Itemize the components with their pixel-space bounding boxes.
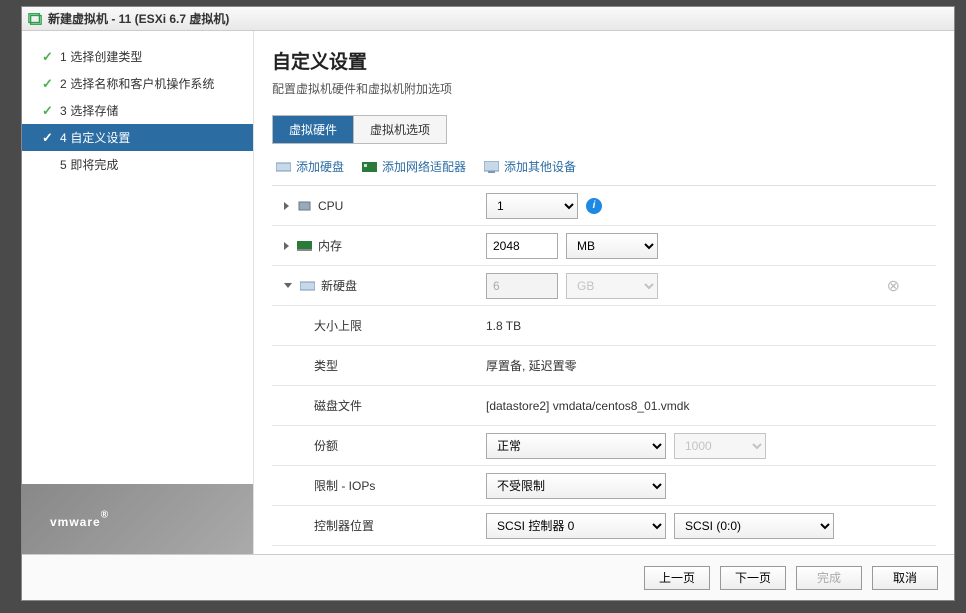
disk-icon — [276, 159, 291, 174]
settings-tabs: 虚拟硬件 虚拟机选项 — [272, 115, 447, 144]
disk-size-input[interactable] — [486, 273, 558, 299]
new-vm-dialog: 新建虚拟机 - 11 (ESXi 6.7 虚拟机) 1 选择创建类型 2 选择名… — [21, 6, 955, 601]
disk-shares-num-select[interactable]: 1000 — [674, 433, 766, 459]
memory-row: 内存 MB — [272, 226, 936, 266]
vm-icon — [28, 12, 42, 26]
disk-controller-pos-select[interactable]: SCSI (0:0) — [674, 513, 834, 539]
disk-controller-row: 控制器位置 SCSI 控制器 0 SCSI (0:0) — [272, 506, 936, 546]
step-storage[interactable]: 3 选择存储 — [22, 97, 253, 124]
page-subtitle: 配置虚拟机硬件和虚拟机附加选项 — [272, 80, 936, 97]
disk-limit-row: 限制 - IOPs 不受限制 — [272, 466, 936, 506]
device-icon — [484, 159, 499, 174]
next-button[interactable]: 下一页 — [720, 566, 786, 590]
memory-size-input[interactable] — [486, 233, 558, 259]
memory-unit-select[interactable]: MB — [566, 233, 658, 259]
nic-icon — [362, 159, 377, 174]
step-ready: 5 即将完成 — [22, 151, 253, 178]
collapse-disk-icon[interactable] — [284, 283, 292, 288]
cpu-row: CPU 1 i — [272, 186, 936, 226]
tab-options[interactable]: 虚拟机选项 — [353, 116, 446, 143]
disk-unit-select[interactable]: GB — [566, 273, 658, 299]
memory-icon — [297, 240, 312, 252]
add-disk-button[interactable]: 添加硬盘 — [276, 158, 344, 175]
add-nic-button[interactable]: 添加网络适配器 — [362, 158, 466, 175]
step-create-type[interactable]: 1 选择创建类型 — [22, 43, 253, 70]
page-title: 自定义设置 — [272, 47, 936, 74]
cpu-count-select[interactable]: 1 — [486, 193, 578, 219]
disk-max-row: 大小上限 1.8 TB — [272, 306, 936, 346]
cancel-button[interactable]: 取消 — [872, 566, 938, 590]
prev-button[interactable]: 上一页 — [644, 566, 710, 590]
disk-shares-row: 份额 正常 1000 — [272, 426, 936, 466]
disk-limit-select[interactable]: 不受限制 — [486, 473, 666, 499]
step-customize[interactable]: 4 自定义设置 — [22, 124, 253, 151]
tab-hardware[interactable]: 虚拟硬件 — [273, 116, 353, 143]
expand-cpu-icon[interactable] — [284, 202, 289, 210]
finish-button: 完成 — [796, 566, 862, 590]
dialog-footer: 上一页 下一页 完成 取消 — [22, 554, 954, 600]
wizard-content: 自定义设置 配置虚拟机硬件和虚拟机附加选项 虚拟硬件 虚拟机选项 添加硬盘 添加… — [254, 31, 954, 554]
hardware-grid: CPU 1 i 内存 MB — [272, 185, 936, 554]
remove-disk-icon[interactable]: ⊗ — [887, 276, 900, 296]
cpu-icon — [297, 200, 312, 212]
add-other-button[interactable]: 添加其他设备 — [484, 158, 576, 175]
vmware-logo: vmware® — [22, 484, 253, 554]
add-device-bar: 添加硬盘 添加网络适配器 添加其他设备 — [272, 144, 936, 185]
disk-type-row: 类型 厚置备, 延迟置零 — [272, 346, 936, 386]
disk-controller-select[interactable]: SCSI 控制器 0 — [486, 513, 666, 539]
disk-shares-select[interactable]: 正常 — [486, 433, 666, 459]
expand-memory-icon[interactable] — [284, 242, 289, 250]
harddisk-icon — [300, 280, 315, 292]
dialog-title: 新建虚拟机 - 11 (ESXi 6.7 虚拟机) — [48, 10, 229, 27]
wizard-steps: 1 选择创建类型 2 选择名称和客户机操作系统 3 选择存储 4 自定义设置 5… — [22, 43, 253, 484]
step-name-os[interactable]: 2 选择名称和客户机操作系统 — [22, 70, 253, 97]
wizard-sidebar: 1 选择创建类型 2 选择名称和客户机操作系统 3 选择存储 4 自定义设置 5… — [22, 31, 254, 554]
newdisk-row: 新硬盘 GB ⊗ — [272, 266, 936, 306]
info-icon[interactable]: i — [586, 198, 602, 214]
disk-file-row: 磁盘文件 [datastore2] vmdata/centos8_01.vmdk — [272, 386, 936, 426]
dialog-titlebar: 新建虚拟机 - 11 (ESXi 6.7 虚拟机) — [22, 7, 954, 31]
